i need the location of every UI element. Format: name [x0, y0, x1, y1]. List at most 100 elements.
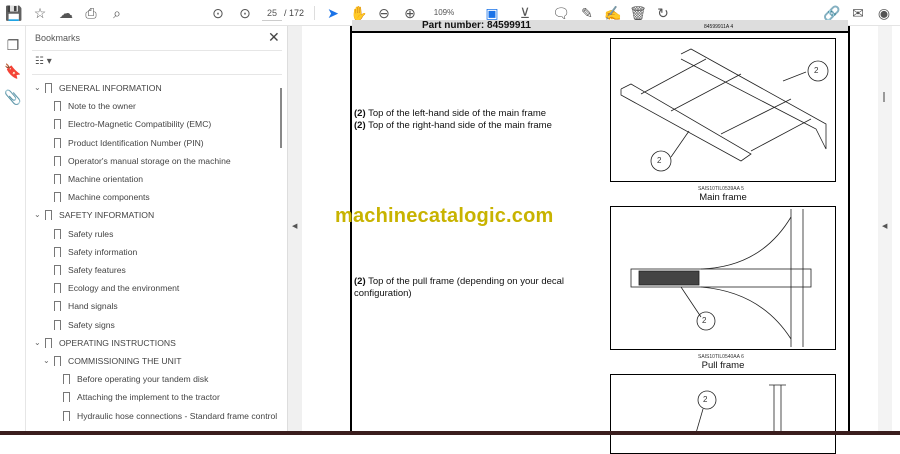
bookmark-label: Electro-Magnetic Compatibility (EMC)	[68, 119, 212, 130]
bookmark-item[interactable]: Product Identification Number (PIN)	[26, 134, 280, 152]
bookmark-icon	[45, 210, 52, 222]
main-frame-line-2: (2) Top of the right-hand side of the ma…	[354, 120, 552, 132]
email-icon[interactable]: ✉	[849, 4, 867, 22]
bookmark-label: Product Identification Number (PIN)	[68, 137, 204, 148]
collapse-panel-icon[interactable]: ◀	[292, 222, 297, 230]
bookmark-item[interactable]: Machine orientation	[26, 170, 280, 188]
bookmark-label: Safety information	[68, 246, 138, 257]
bookmark-item[interactable]: Operator's manual storage on the machine	[26, 152, 280, 170]
expand-right-panel-icon[interactable]: ◀	[882, 222, 887, 230]
part-number: Part number: 84599911	[422, 20, 531, 31]
bookmark-icon	[45, 337, 52, 349]
bookmark-label: Machine orientation	[68, 174, 144, 184]
pdf-page: Part number: 84599911 84599911A 4 (2) To…	[350, 20, 850, 454]
bookmark-icon	[63, 410, 70, 422]
scrollbar-thumb[interactable]	[280, 88, 282, 148]
bookmark-item[interactable]: ⌄ SAFETY INFORMATION	[26, 206, 280, 224]
bookmark-label: Ecology and the environment	[68, 283, 180, 294]
figure-3: 2	[610, 374, 836, 454]
bookmark-label: COMMISSIONING THE UNIT	[68, 356, 182, 366]
next-page-icon[interactable]: ⊙	[236, 4, 254, 22]
figure-3-drawing	[695, 384, 786, 435]
bookmark-item[interactable]: Machine components	[26, 188, 280, 206]
bookmark-item[interactable]: Safety rules	[26, 225, 280, 243]
panel-splitter[interactable]: ◀	[288, 26, 302, 431]
chevron-down-icon[interactable]: ⌄	[34, 79, 41, 97]
callout-number: (2)	[354, 276, 366, 287]
bookmark-label: OPERATING INSTRUCTIONS	[59, 337, 176, 348]
bookmark-icon	[45, 83, 52, 94]
bookmark-item[interactable]: ⌄ OPERATING INSTRUCTIONS	[26, 334, 280, 352]
callout-number: (2)	[354, 120, 366, 131]
bookmark-label: Machine components	[68, 192, 150, 203]
bookmark-icon	[54, 174, 61, 185]
bookmark-item[interactable]: Safety signs	[26, 316, 280, 334]
bookmark-item[interactable]: Attaching the implement to the tractor	[26, 388, 280, 406]
bookmark-label: SAFETY INFORMATION	[59, 210, 155, 221]
bookmark-label: Before operating your tandem disk	[77, 374, 209, 385]
callout-label: 2	[814, 66, 819, 75]
bookmark-icon	[54, 301, 61, 313]
chevron-down-icon[interactable]: ⌄	[34, 206, 41, 224]
bookmarks-icon[interactable]: 🔖	[4, 62, 22, 80]
bookmark-label: Operator's manual storage on the machine	[68, 155, 231, 166]
bookmark-icon	[54, 137, 61, 149]
line-text: Top of the pull frame (depending on your…	[354, 276, 565, 299]
bookmark-item[interactable]: Safety features	[26, 261, 280, 279]
bookmark-item[interactable]: Hand signals	[26, 297, 280, 315]
page-thumbnails-icon[interactable]: ❐	[4, 36, 22, 54]
bookmark-label: Note to the owner	[68, 101, 136, 112]
bookmark-label: Hand signals	[68, 301, 118, 312]
upload-cloud-icon[interactable]: ☁	[57, 4, 75, 22]
page-number-input[interactable]: 25	[262, 5, 282, 21]
bookmark-icon	[54, 246, 61, 258]
bookmark-icon	[54, 283, 61, 295]
search-zoom-icon[interactable]: ⌕	[108, 4, 126, 22]
panel-title: Bookmarks	[35, 33, 81, 43]
callout-label: 2	[703, 395, 708, 404]
save-icon[interactable]: 💾	[5, 4, 23, 22]
scrollbar-thumb[interactable]	[883, 92, 885, 102]
divider	[32, 74, 282, 75]
divider	[314, 6, 315, 20]
account-icon[interactable]: ◉	[875, 4, 893, 22]
figure-title: Pull frame	[701, 360, 745, 371]
bookmark-icon	[54, 155, 61, 167]
bookmark-icon	[54, 119, 61, 131]
attachments-icon[interactable]: 📎	[4, 88, 22, 106]
star-icon[interactable]: ☆	[31, 4, 49, 22]
bookmark-item[interactable]: Safety information	[26, 243, 280, 261]
print-icon[interactable]: ⎙	[82, 4, 100, 22]
callout-label: 2	[657, 156, 662, 165]
figure-title: Main frame	[699, 192, 747, 203]
bookmark-item[interactable]: ⌄ COMMISSIONING THE UNIT	[26, 352, 280, 370]
previous-page-icon[interactable]: ⊙	[209, 4, 227, 22]
taskbar-edge	[0, 431, 900, 435]
divider	[32, 50, 282, 51]
bookmark-options-button[interactable]: ☷ ▾	[35, 56, 52, 67]
chevron-down-icon[interactable]: ⌄	[43, 352, 50, 370]
bookmark-label: Safety rules	[68, 228, 114, 239]
bookmark-icon	[54, 192, 61, 204]
bookmark-icon	[54, 265, 61, 276]
bookmark-item[interactable]: Hydraulic hose connections - Standard fr…	[26, 407, 280, 425]
figure-pull-frame: 2	[610, 206, 836, 350]
vertical-scrollbar[interactable]: ◀	[878, 26, 892, 431]
bookmark-item[interactable]: Ecology and the environment	[26, 279, 280, 297]
bookmark-item[interactable]: ⌄ GENERAL INFORMATION	[26, 79, 280, 97]
bookmark-label: Safety features	[68, 265, 126, 275]
bookmark-icon	[54, 356, 61, 367]
bookmark-icon	[54, 101, 61, 113]
bookmark-item[interactable]: Note to the owner	[26, 97, 280, 115]
bookmark-item[interactable]: Before operating your tandem disk	[26, 370, 280, 388]
chevron-down-icon[interactable]: ⌄	[34, 334, 41, 352]
line-text: Top of the left-hand side of the main fr…	[365, 108, 547, 119]
select-cursor-icon[interactable]: ➤	[324, 4, 342, 22]
navigation-strip: ❐ 🔖 📎	[0, 26, 26, 431]
bookmark-icon	[63, 392, 70, 404]
close-icon[interactable]: ✕	[268, 29, 280, 46]
page-code: 84599911A 4	[704, 24, 734, 30]
bookmark-item[interactable]: Electro-Magnetic Compatibility (EMC)	[26, 115, 280, 133]
callout-label: 2	[702, 316, 707, 325]
bookmark-icon	[54, 228, 61, 240]
